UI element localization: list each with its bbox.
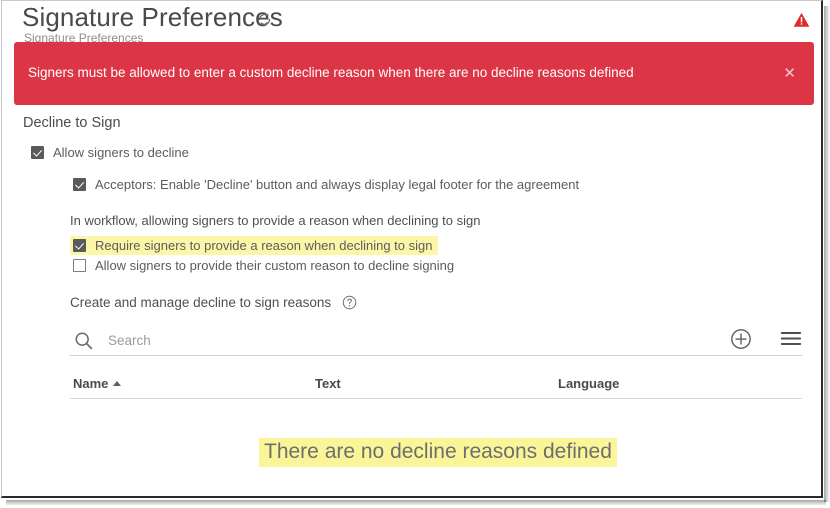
option-allow-signers-to-decline[interactable]: Allow signers to decline — [31, 145, 189, 160]
window-shadow-bottom — [6, 500, 826, 506]
table-empty-message: There are no decline reasons defined — [259, 438, 617, 467]
option-label: Acceptors: Enable 'Decline' button and a… — [95, 177, 580, 192]
option-label: Allow signers to decline — [53, 145, 189, 160]
option-acceptors-enable-decline-button[interactable]: Acceptors: Enable 'Decline' button and a… — [73, 177, 579, 192]
page-title: Signature Preferences — [22, 2, 283, 32]
checkbox-acceptors-enable-decline-button[interactable] — [73, 178, 86, 191]
manage-decline-reasons-line: Create and manage decline to sign reason… — [70, 295, 357, 310]
window-shadow-right — [824, 6, 830, 502]
checkbox-allow-signers-to-decline[interactable] — [31, 146, 44, 159]
checkbox-require-reason[interactable] — [73, 239, 86, 252]
sort-ascending-icon — [113, 381, 122, 386]
error-banner: Signers must be allowed to enter a custo… — [14, 42, 814, 105]
manage-decline-reasons-label: Create and manage decline to sign reason… — [70, 295, 332, 310]
warning-triangle-icon — [793, 12, 810, 27]
refresh-icon[interactable] — [256, 11, 273, 28]
option-label: Require signers to provide a reason when… — [95, 238, 433, 253]
search-input[interactable] — [108, 330, 488, 350]
clipped-background-text: Signature Preferences — [24, 31, 144, 42]
column-header-name[interactable]: Name — [73, 376, 122, 391]
signature-preferences-screen: Signature Preferences Signature Preferen… — [0, 0, 830, 508]
option-allow-custom-reason[interactable]: Allow signers to provide their custom re… — [73, 258, 454, 273]
search-bar — [70, 326, 802, 356]
checkbox-allow-custom-reason[interactable] — [73, 259, 86, 272]
workflow-note: In workflow, allowing signers to provide… — [70, 213, 481, 228]
column-header-name-label: Name — [73, 376, 109, 391]
help-circle-icon[interactable] — [342, 295, 357, 310]
error-banner-message: Signers must be allowed to enter a custo… — [28, 65, 634, 80]
column-header-language[interactable]: Language — [558, 376, 619, 391]
option-label: Allow signers to provide their custom re… — [95, 258, 455, 273]
section-title-decline-to-sign: Decline to Sign — [23, 115, 121, 131]
reasons-table-header: Name Text Language — [70, 372, 802, 399]
close-icon[interactable]: ✕ — [783, 66, 796, 81]
add-circle-icon[interactable] — [730, 328, 752, 350]
option-require-reason[interactable]: Require signers to provide a reason when… — [70, 236, 439, 255]
hamburger-menu-icon[interactable] — [780, 330, 802, 347]
search-icon[interactable] — [73, 330, 94, 351]
column-header-text[interactable]: Text — [315, 376, 341, 391]
